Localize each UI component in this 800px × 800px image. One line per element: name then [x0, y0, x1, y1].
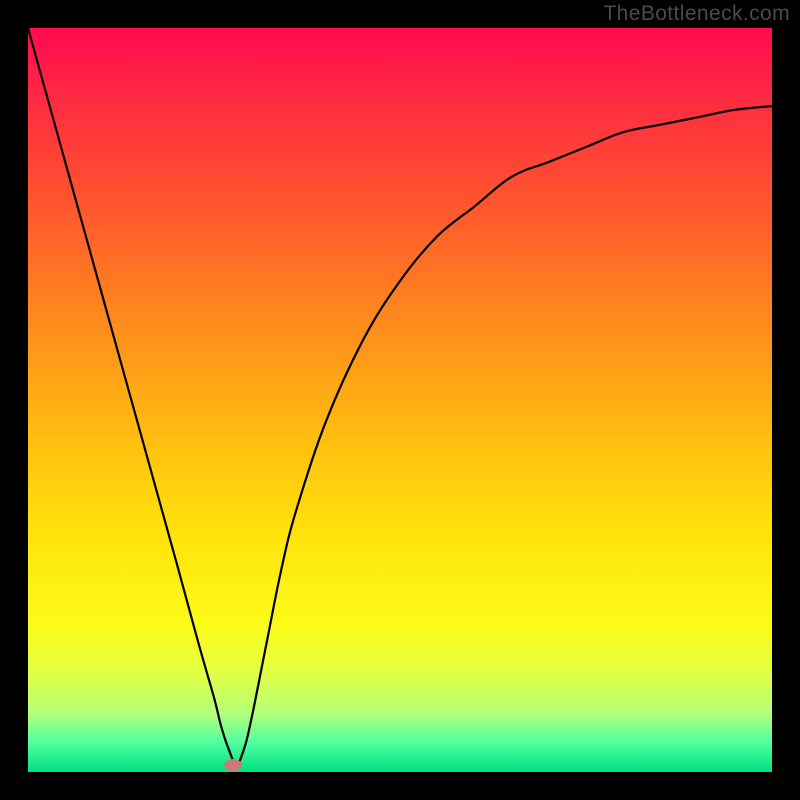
bottleneck-curve — [28, 28, 772, 772]
chart-frame: TheBottleneck.com — [0, 0, 800, 800]
plot-area — [28, 28, 772, 772]
optimal-point-marker — [224, 759, 242, 771]
watermark-text: TheBottleneck.com — [603, 2, 790, 26]
